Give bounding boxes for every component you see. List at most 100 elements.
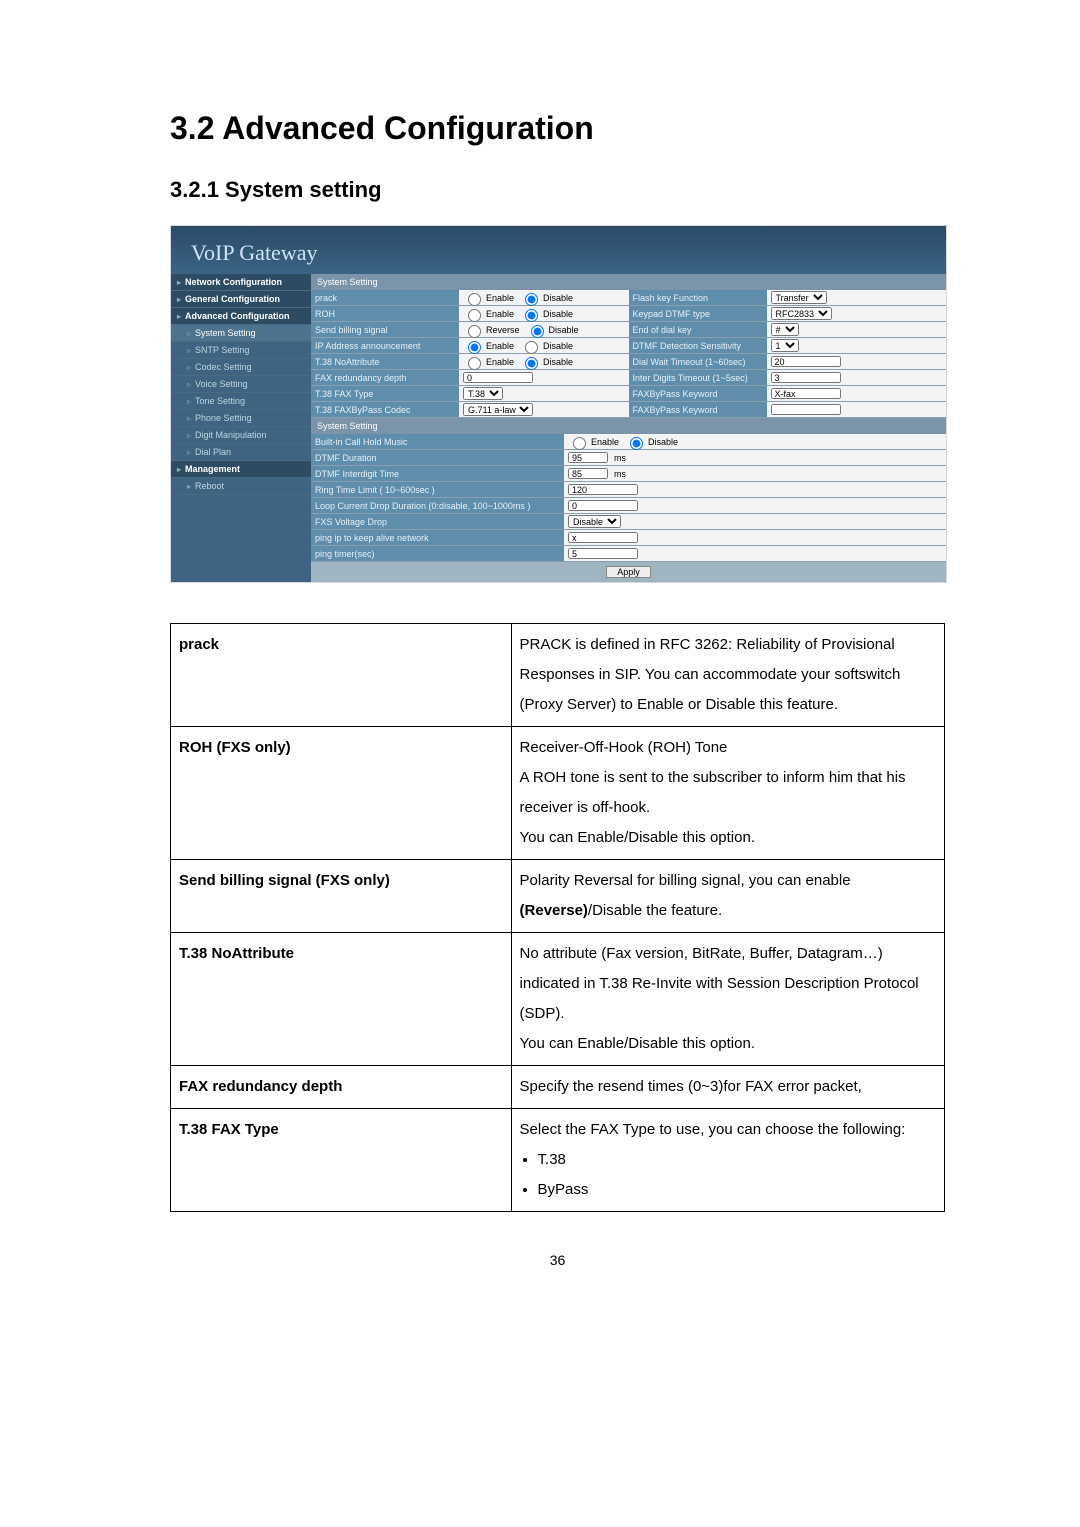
settings-label: ping ip to keep alive network xyxy=(311,530,564,545)
sidebar-item[interactable]: ▹Codec Setting xyxy=(171,359,311,376)
chevron-icon: ▸ xyxy=(177,312,181,321)
chevron-icon: ▹ xyxy=(187,431,191,440)
sidebar-group[interactable]: ▸Management xyxy=(171,461,311,478)
param-name: prack xyxy=(171,624,512,727)
text-input[interactable] xyxy=(568,532,638,543)
select-input[interactable]: # xyxy=(771,323,799,336)
settings-row: Flash key Function Transfer xyxy=(629,290,947,306)
settings-label: Flash key Function xyxy=(629,290,767,305)
settings-row: ROHEnableDisable xyxy=(311,306,629,322)
settings-label: DTMF Interdigit Time xyxy=(311,466,564,481)
settings-label: Inter Digits Timeout (1~5sec) xyxy=(629,370,767,385)
sidebar-group[interactable]: ▸Reboot xyxy=(171,478,311,495)
settings-control: RFC2833 xyxy=(767,306,947,321)
settings-label: FXS Voltage Drop xyxy=(311,514,564,529)
disable-radio[interactable]: Disable xyxy=(625,434,678,450)
settings-row: Send billing signalReverseDisable xyxy=(311,322,629,338)
select-input[interactable]: RFC2833 xyxy=(771,307,832,320)
settings-row: T.38 FAX TypeT.38 xyxy=(311,386,629,402)
text-input[interactable] xyxy=(771,356,841,367)
settings-row: End of dial key# xyxy=(629,322,947,338)
enable-radio[interactable]: Enable xyxy=(463,306,514,322)
param-desc: Specify the resend times (0~3)for FAX er… xyxy=(511,1066,944,1109)
text-input[interactable] xyxy=(568,468,608,479)
param-name: T.38 FAX Type xyxy=(171,1109,512,1212)
text-input[interactable] xyxy=(463,372,533,383)
disable-radio[interactable]: Disable xyxy=(520,338,573,354)
text-input[interactable] xyxy=(568,548,638,559)
settings-control: ms xyxy=(564,466,946,481)
settings-control xyxy=(767,354,947,369)
select-input[interactable]: 1 xyxy=(771,339,799,352)
select-input[interactable]: G.711 a-law xyxy=(463,403,533,416)
disable-radio[interactable]: Disable xyxy=(526,322,579,338)
table-row: T.38 NoAttributeNo attribute (Fax versio… xyxy=(171,933,945,1066)
section2-title: System Setting xyxy=(311,418,946,434)
enable-radio[interactable]: Enable xyxy=(463,338,514,354)
chevron-icon: ▹ xyxy=(187,397,191,406)
screenshot-title: VoIP Gateway xyxy=(171,226,946,274)
settings-label: Keypad DTMF type xyxy=(629,306,767,321)
sidebar-item[interactable]: ▹Digit Manipulation xyxy=(171,427,311,444)
chevron-icon: ▸ xyxy=(177,295,181,304)
settings-row: Inter Digits Timeout (1~5sec) xyxy=(629,370,947,386)
param-desc: Receiver-Off-Hook (ROH) ToneA ROH tone i… xyxy=(511,727,944,860)
settings-label: T.38 NoAttribute xyxy=(311,354,459,369)
settings-row: Ring Time Limit ( 10~600sec ) xyxy=(311,482,946,498)
sidebar-group[interactable]: ▸Advanced Configuration xyxy=(171,308,311,325)
text-input[interactable] xyxy=(771,372,841,383)
settings-label: FAXByPass Keyword xyxy=(629,386,767,401)
disable-radio[interactable]: Disable xyxy=(520,354,573,370)
settings-row: Loop Current Drop Duration (0:disable, 1… xyxy=(311,498,946,514)
enable-radio[interactable]: Enable xyxy=(568,434,619,450)
sidebar-item[interactable]: ▹SNTP Setting xyxy=(171,342,311,359)
param-desc: No attribute (Fax version, BitRate, Buff… xyxy=(511,933,944,1066)
param-desc: Polarity Reversal for billing signal, yo… xyxy=(511,860,944,933)
settings-row: T.38 NoAttribute Enable Disable xyxy=(311,354,629,370)
text-input[interactable] xyxy=(771,388,841,399)
settings-row: IP Address announcement Enable Disable xyxy=(311,338,629,354)
settings-control xyxy=(459,370,629,385)
disable-radio[interactable]: Disable xyxy=(520,306,573,322)
sidebar-item[interactable]: ▹Phone Setting xyxy=(171,410,311,427)
enable-radio[interactable]: Enable xyxy=(463,354,514,370)
select-input[interactable]: Disable xyxy=(568,515,621,528)
sidebar-item[interactable]: ▹Voice Setting xyxy=(171,376,311,393)
settings-label: ping timer(sec) xyxy=(311,546,564,561)
settings-control: T.38 xyxy=(459,386,629,401)
settings-control: # xyxy=(767,322,947,337)
settings-row: ping ip to keep alive network xyxy=(311,530,946,546)
disable-radio[interactable]: Disable xyxy=(520,290,573,306)
sidebar-item[interactable]: ▹System Setting xyxy=(171,325,311,342)
settings-control xyxy=(564,530,946,545)
sidebar-item[interactable]: ▹Dial Plan xyxy=(171,444,311,461)
param-name: ROH (FXS only) xyxy=(171,727,512,860)
settings-row: ping timer(sec) xyxy=(311,546,946,562)
text-input[interactable] xyxy=(568,484,638,495)
chevron-icon: ▸ xyxy=(177,465,181,474)
sidebar-group[interactable]: ▸Network Configuration xyxy=(171,274,311,291)
table-row: Send billing signal (FXS only)Polarity R… xyxy=(171,860,945,933)
sidebar-group[interactable]: ▸General Configuration xyxy=(171,291,311,308)
table-row: FAX redundancy depthSpecify the resend t… xyxy=(171,1066,945,1109)
settings-row: FAX redundancy depth xyxy=(311,370,629,386)
settings-control: Reverse Disable xyxy=(459,322,629,337)
param-name: Send billing signal (FXS only) xyxy=(171,860,512,933)
settings-label: Ring Time Limit ( 10~600sec ) xyxy=(311,482,564,497)
settings-label: DTMF Detection Sensitivity xyxy=(629,338,767,353)
apply-button[interactable]: Apply xyxy=(606,566,651,578)
text-input[interactable] xyxy=(771,404,841,415)
table-row: ROH (FXS only)Receiver-Off-Hook (ROH) To… xyxy=(171,727,945,860)
section1-title: System Setting xyxy=(311,274,946,290)
select-input[interactable]: Transfer xyxy=(771,291,827,304)
chevron-icon: ▹ xyxy=(187,380,191,389)
reverse-radio[interactable]: Reverse xyxy=(463,322,520,338)
text-input[interactable] xyxy=(568,500,638,511)
enable-radio[interactable]: Enable xyxy=(463,290,514,306)
settings-row: DTMF Durationms xyxy=(311,450,946,466)
settings-label: IP Address announcement xyxy=(311,338,459,353)
text-input[interactable] xyxy=(568,452,608,463)
sidebar-item[interactable]: ▹Tone Setting xyxy=(171,393,311,410)
select-input[interactable]: T.38 xyxy=(463,387,503,400)
list-item: T.38 xyxy=(538,1145,936,1175)
